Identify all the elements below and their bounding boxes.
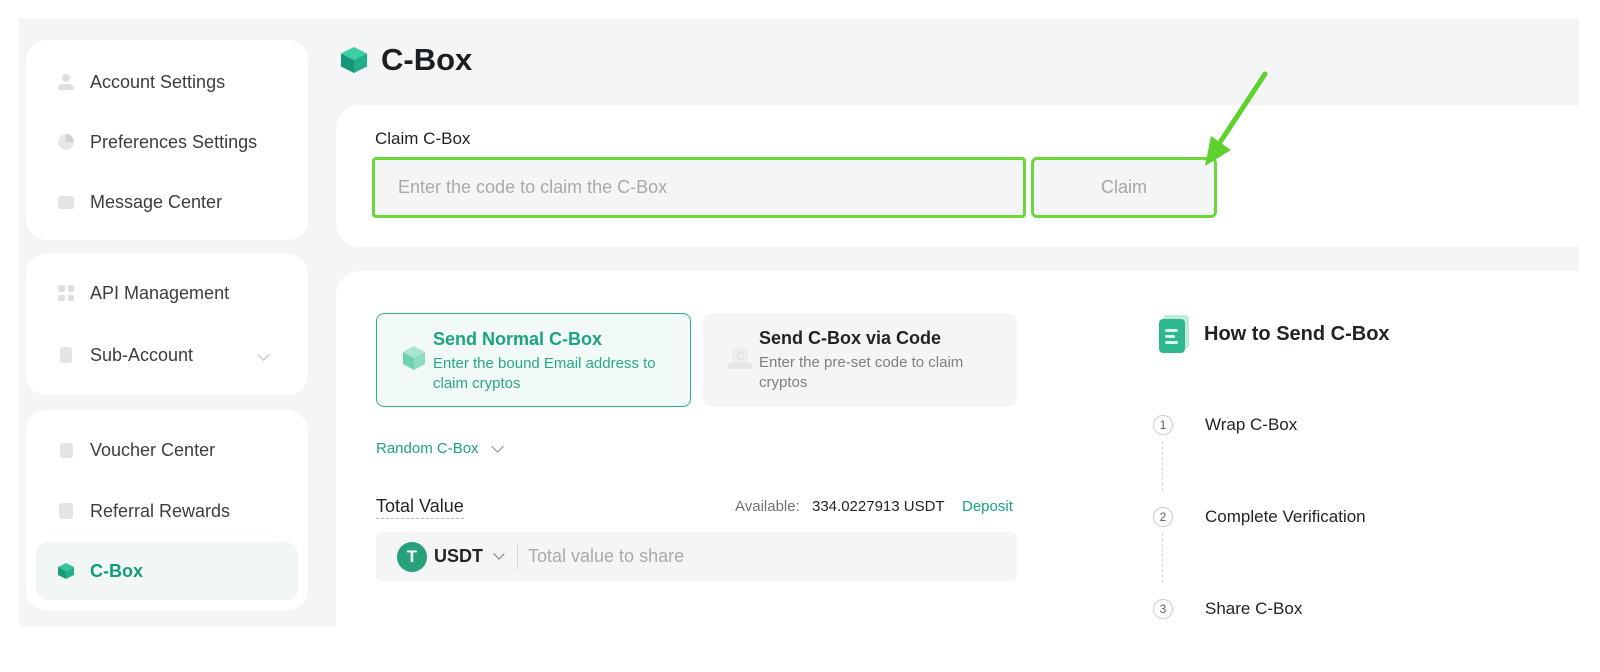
total-value-label: Total Value	[376, 496, 464, 519]
step-label: Complete Verification	[1205, 507, 1366, 526]
usdt-coin-icon: T	[397, 541, 427, 572]
sidebar-item-referral-rewards[interactable]: Referral Rewards	[36, 482, 298, 540]
user-icon	[56, 72, 76, 92]
sidebar-group-account: Account Settings Preferences Settings Me…	[26, 40, 308, 240]
available-label: Available:	[735, 498, 800, 515]
sidebar-item-preferences-settings[interactable]: Preferences Settings	[36, 113, 298, 171]
sidebar-item-voucher-center[interactable]: Voucher Center	[36, 421, 298, 479]
app-frame: Account Settings Preferences Settings Me…	[19, 18, 1579, 627]
cbox-logo-icon	[341, 47, 367, 73]
option-description: Enter the pre-set code to claim cryptos	[759, 354, 964, 391]
cbox-type-label: Random C-Box	[376, 440, 479, 457]
voucher-icon	[56, 440, 76, 460]
page-header: C-Box	[339, 42, 472, 78]
how-to-header: How to Send C-Box	[1158, 315, 1390, 353]
cube-icon	[403, 346, 425, 370]
api-icon	[56, 283, 76, 303]
svg-text:C: C	[736, 349, 745, 363]
sidebar-group-rewards: Voucher Center Referral Rewards C-Box	[26, 410, 308, 610]
preferences-icon	[56, 132, 76, 152]
total-value-field: T USDT	[376, 532, 1017, 581]
message-icon	[56, 192, 76, 212]
sidebar-item-api-management[interactable]: API Management	[36, 264, 298, 322]
sidebar-item-account-settings[interactable]: Account Settings	[36, 53, 298, 111]
claim-card: Claim C-Box Claim	[336, 105, 1579, 247]
step-item: 2 Complete Verification	[1153, 507, 1366, 527]
page-title: C-Box	[381, 42, 473, 77]
send-cbox-card: Send Normal C-Box Enter the bound Email …	[336, 271, 1579, 627]
deposit-link[interactable]: Deposit	[962, 498, 1013, 515]
send-normal-option[interactable]: Send Normal C-Box Enter the bound Email …	[376, 313, 691, 407]
step-connector	[1162, 441, 1163, 491]
sidebar-item-label: Sub-Account	[90, 344, 194, 365]
sidebar-item-label: Voucher Center	[90, 439, 216, 460]
claim-label: Claim C-Box	[375, 129, 471, 148]
step-number: 3	[1153, 599, 1173, 619]
sidebar-item-label: C-Box	[90, 560, 143, 581]
claim-code-field	[372, 157, 1026, 218]
sidebar-item-label: Referral Rewards	[90, 500, 231, 521]
option-title: Send C-Box via Code	[759, 328, 942, 348]
claim-code-input[interactable]	[398, 177, 1023, 198]
chevron-down-icon	[490, 439, 504, 453]
coin-selector-label[interactable]: USDT	[434, 546, 483, 567]
cbox-type-dropdown[interactable]: Random C-Box	[376, 439, 504, 457]
available-balance: 334.0227913 USDT	[812, 498, 945, 515]
step-label: Share C-Box	[1205, 599, 1303, 618]
referral-icon	[56, 501, 76, 521]
pointer-arrow-icon	[1205, 71, 1268, 166]
sidebar-item-sub-account[interactable]: Sub-Account	[36, 326, 298, 384]
code-box-icon: C	[728, 347, 752, 369]
field-divider	[517, 543, 518, 570]
sidebar-group-api: API Management Sub-Account	[26, 254, 308, 395]
sidebar-item-label: Account Settings	[90, 71, 226, 92]
step-connector	[1162, 533, 1163, 583]
option-description: Enter the bound Email address to claim c…	[433, 355, 656, 392]
step-label: Wrap C-Box	[1205, 415, 1298, 434]
step-number: 1	[1153, 415, 1173, 435]
sidebar-item-label: Preferences Settings	[90, 131, 258, 152]
chevron-down-icon[interactable]	[493, 548, 505, 560]
cbox-icon	[56, 561, 76, 581]
step-item: 1 Wrap C-Box	[1153, 415, 1297, 435]
send-via-code-option[interactable]: C Send C-Box via Code Enter the pre-set …	[703, 313, 1017, 407]
sidebar-item-message-center[interactable]: Message Center	[36, 173, 298, 231]
sidebar-item-label: Message Center	[90, 191, 223, 212]
step-item: 3 Share C-Box	[1153, 599, 1302, 619]
claim-button[interactable]: Claim	[1031, 157, 1217, 218]
step-number: 2	[1153, 507, 1173, 527]
document-icon	[1159, 315, 1189, 353]
sidebar-item-cbox[interactable]: C-Box	[36, 542, 298, 600]
option-title: Send Normal C-Box	[433, 329, 603, 349]
total-value-input[interactable]	[528, 546, 928, 567]
sidebar-item-label: API Management	[90, 282, 230, 303]
how-to-panel: How to Send C-Box 1 Wrap C-Box 2 Complet…	[1153, 315, 1390, 619]
sub-account-icon	[56, 345, 76, 365]
how-to-title: How to Send C-Box	[1204, 322, 1390, 345]
chevron-down-icon	[257, 348, 270, 361]
